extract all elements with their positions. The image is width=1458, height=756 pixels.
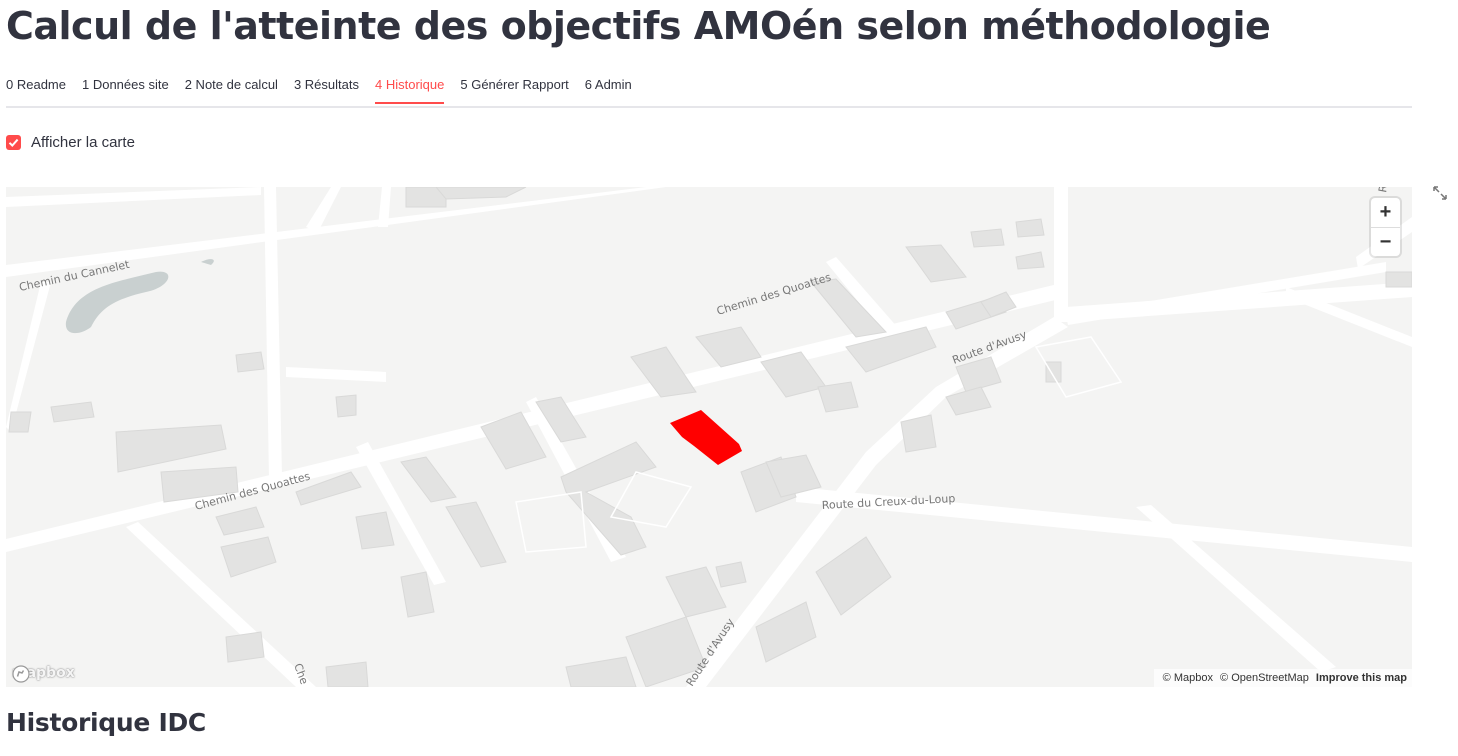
map-view[interactable]: Chemin du Cannelet Chemin des Quoattes C… (6, 187, 1412, 687)
mapbox-logo-icon (12, 665, 30, 683)
map-attribution: © Mapbox © OpenStreetMap Improve this ma… (1153, 669, 1412, 687)
map-canvas[interactable]: Chemin du Cannelet Chemin des Quoattes C… (6, 187, 1412, 687)
street-label-quoattes-north: Chemin des Quoattes (715, 271, 833, 318)
tab-historique[interactable]: 4 Historique (375, 72, 445, 104)
tab-resultats[interactable]: 3 Résultats (294, 72, 359, 104)
section-heading-historique-idc: Historique IDC (6, 708, 206, 737)
show-map-checkbox[interactable]: Afficher la carte (6, 134, 135, 151)
improve-map-link[interactable]: Improve this map (1316, 672, 1407, 684)
tab-admin[interactable]: 6 Admin (585, 72, 632, 104)
tab-donnees-site[interactable]: 1 Données site (82, 72, 169, 104)
expand-arrows-icon[interactable] (1431, 184, 1449, 202)
zoom-control: + − (1371, 198, 1400, 256)
tab-bar: 0 Readme 1 Données site 2 Note de calcul… (6, 72, 1412, 108)
checkbox-checked-icon[interactable] (6, 135, 21, 150)
tab-readme[interactable]: 0 Readme (6, 72, 66, 104)
mapbox-attribution-link[interactable]: © Mapbox (1163, 672, 1213, 684)
zoom-in-button[interactable]: + (1371, 198, 1400, 227)
zoom-out-button[interactable]: − (1371, 227, 1400, 257)
highlighted-parcel[interactable] (670, 410, 742, 465)
show-map-label: Afficher la carte (31, 134, 135, 151)
street-label-partial-r: R (1376, 187, 1390, 194)
tab-note-de-calcul[interactable]: 2 Note de calcul (185, 72, 278, 104)
tab-generer-rapport[interactable]: 5 Générer Rapport (460, 72, 568, 104)
osm-attribution-link[interactable]: © OpenStreetMap (1220, 672, 1309, 684)
mapbox-logo[interactable]: mapbox (12, 665, 75, 683)
page-title: Calcul de l'atteinte des objectifs AMOén… (6, 4, 1271, 48)
